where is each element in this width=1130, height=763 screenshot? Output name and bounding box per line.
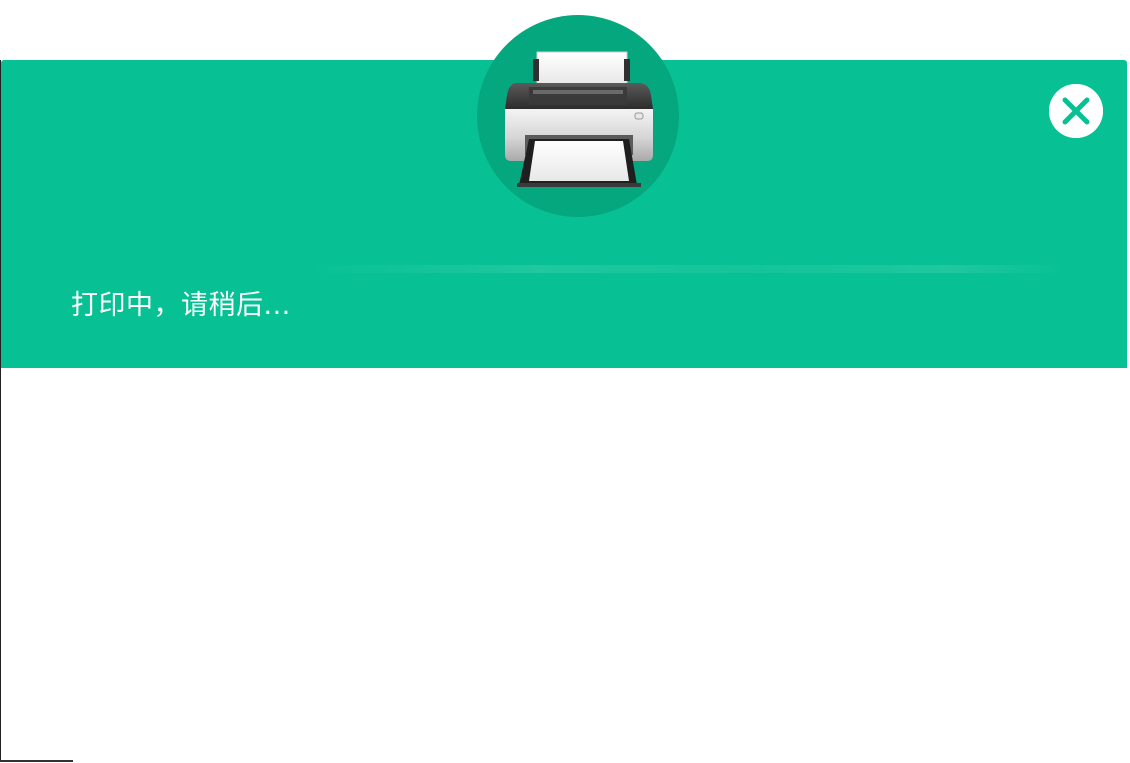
printer-badge	[477, 15, 679, 217]
close-icon	[1049, 84, 1103, 138]
banner-highlight	[311, 265, 1061, 273]
print-dialog: 打印中，请稍后...	[0, 0, 1130, 763]
printing-status-text: 打印中，请稍后...	[71, 290, 291, 321]
close-button[interactable]	[1049, 84, 1103, 138]
window-border-bottom	[0, 760, 73, 762]
printer-icon	[505, 51, 653, 187]
